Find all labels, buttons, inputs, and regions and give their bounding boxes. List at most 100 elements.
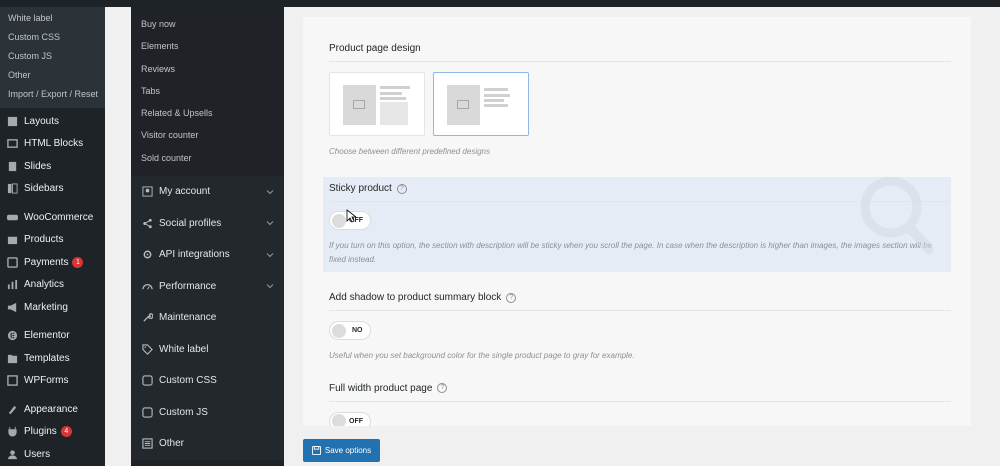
sidebar-item-html-blocks[interactable]: HTML Blocks [0, 133, 105, 156]
theme-submenu-item[interactable]: Related & Upsells [131, 102, 284, 124]
chevron-down-icon [266, 188, 274, 196]
nav-item-white-label[interactable]: White label [131, 334, 284, 366]
sidebars-icon [6, 183, 18, 195]
nav-item-label: Social profiles [159, 217, 222, 229]
sidebar-item-slides[interactable]: Slides [0, 155, 105, 178]
image-placeholder-icon [447, 85, 480, 125]
wp-submenu-item[interactable]: Custom CSS [0, 28, 105, 47]
nav-item-custom-css[interactable]: Custom CSS [131, 365, 284, 397]
appearance-icon [6, 403, 18, 415]
nav-item-label: White label [159, 343, 209, 355]
speed-icon [141, 280, 153, 292]
save-label: Save options [324, 446, 372, 455]
section-description: Useful when you set background color for… [329, 350, 635, 360]
nav-item-label: Custom CSS [159, 375, 217, 387]
theme-submenu-item[interactable]: Tabs [131, 80, 284, 102]
design-option-default[interactable] [329, 72, 425, 136]
wp-submenu-item[interactable]: White label [0, 9, 105, 28]
templates-icon [6, 352, 18, 364]
sidebar-item-elementor[interactable]: Elementor [0, 325, 105, 348]
section-title: Add shadow to product summary block [329, 292, 502, 303]
wp-submenu-item[interactable]: Custom JS [0, 47, 105, 66]
section-title: Product page design [329, 43, 421, 54]
sidebar-item-products[interactable]: Products [0, 229, 105, 252]
sidebar-item-label: Appearance [24, 403, 78, 415]
sidebar-item-sidebars[interactable]: Sidebars [0, 178, 105, 201]
divider [329, 61, 951, 62]
mouse-cursor-icon [346, 209, 356, 223]
wpforms-icon [6, 375, 18, 387]
wp-submenu-item[interactable]: Other [0, 66, 105, 85]
nav-item-custom-js[interactable]: Custom JS [131, 397, 284, 429]
sidebar-item-label: Products [24, 234, 64, 246]
theme-submenu-item[interactable]: Reviews [131, 58, 284, 80]
toggle-label: OFF [349, 417, 363, 425]
nav-item-maintenance[interactable]: Maintenance [131, 302, 284, 334]
theme-submenu-item[interactable]: Visitor counter [131, 124, 284, 146]
sidebar-item-label: Marketing [24, 301, 68, 313]
theme-submenu-item[interactable]: Buy now [131, 13, 284, 35]
toggle-knob [332, 213, 346, 228]
design-option-alt[interactable] [433, 72, 529, 136]
theme-submenu-item[interactable]: Elements [131, 35, 284, 57]
sidebar-item-label: Sidebars [24, 183, 64, 195]
nav-item-label: Other [159, 438, 185, 450]
sidebar-item-payments[interactable]: Payments 1 [0, 251, 105, 274]
sidebar-item-users[interactable]: Users [0, 443, 105, 466]
payments-icon [6, 256, 18, 268]
sidebar-item-analytics[interactable]: Analytics [0, 274, 105, 297]
code-icon [141, 375, 153, 387]
help-icon[interactable]: ? [506, 292, 517, 303]
slides-icon [6, 160, 18, 172]
nav-item-other[interactable]: Other [131, 428, 284, 460]
sidebar-item-label: Users [24, 448, 51, 460]
section-title: Sticky product [329, 183, 392, 194]
shadow-toggle[interactable]: NO [329, 321, 371, 340]
woocommerce-icon [6, 211, 18, 223]
divider [329, 400, 951, 402]
sidebar-item-woocommerce[interactable]: WooCommerce [0, 206, 105, 229]
nav-item-social-profiles[interactable]: Social profiles [131, 208, 284, 240]
toggle-row: OFF [329, 411, 951, 426]
nav-item-my-account[interactable]: My account [131, 176, 284, 208]
nav-item-label: Maintenance [159, 312, 217, 324]
wp-submenu-item[interactable]: Import / Export / Reset [0, 85, 105, 104]
help-icon[interactable]: ? [396, 183, 407, 194]
sidebar-item-label: Templates [24, 352, 70, 364]
sidebar-item-label: Payments [24, 256, 69, 268]
section-title-row: Full width product page ? [329, 383, 951, 394]
help-icon[interactable]: ? [437, 383, 448, 393]
nav-item-performance[interactable]: Performance [131, 271, 284, 303]
sticky-section: Sticky product ? OFF If you turn on this… [323, 177, 951, 272]
shadow-section: Add shadow to product summary block ? NO… [303, 272, 971, 363]
section-description: Choose between different predefined desi… [329, 147, 490, 156]
wp-submenu: White label Custom CSS Custom JS Other I… [0, 7, 105, 108]
toggle-knob [332, 414, 346, 426]
nav-item-label: Performance [159, 280, 217, 292]
count-badge: 4 [60, 426, 72, 438]
toggle-knob [332, 323, 346, 338]
chevron-down-icon [266, 219, 274, 227]
save-icon [311, 446, 321, 455]
design-section: Product page design Choose between diffe… [303, 17, 971, 159]
design-picker [329, 72, 951, 136]
layouts-icon [6, 115, 18, 127]
fullwidth-toggle[interactable]: OFF [329, 411, 371, 426]
sidebar-item-label: WPForms [24, 375, 69, 387]
sidebar-item-templates[interactable]: Templates [0, 347, 105, 370]
divider [329, 310, 951, 311]
sidebar-item-marketing[interactable]: Marketing [0, 296, 105, 319]
sidebar-item-layouts[interactable]: Layouts [0, 110, 105, 133]
toggle-label: NO [352, 327, 363, 334]
sidebar-item-wpforms[interactable]: WPForms [0, 370, 105, 393]
chevron-down-icon [266, 251, 274, 259]
save-options-button[interactable]: Save options [303, 439, 380, 462]
elementor-icon [6, 330, 18, 342]
content-gutter [105, 7, 131, 466]
theme-submenu-item[interactable]: Sold counter [131, 147, 284, 169]
sidebar-item-plugins[interactable]: Plugins 4 [0, 421, 105, 444]
nav-item-label: API integrations [159, 249, 230, 261]
sidebar-item-appearance[interactable]: Appearance [0, 398, 105, 421]
nav-item-api-integrations[interactable]: API integrations [131, 239, 284, 271]
section-title-row: Add shadow to product summary block ? [329, 292, 951, 303]
